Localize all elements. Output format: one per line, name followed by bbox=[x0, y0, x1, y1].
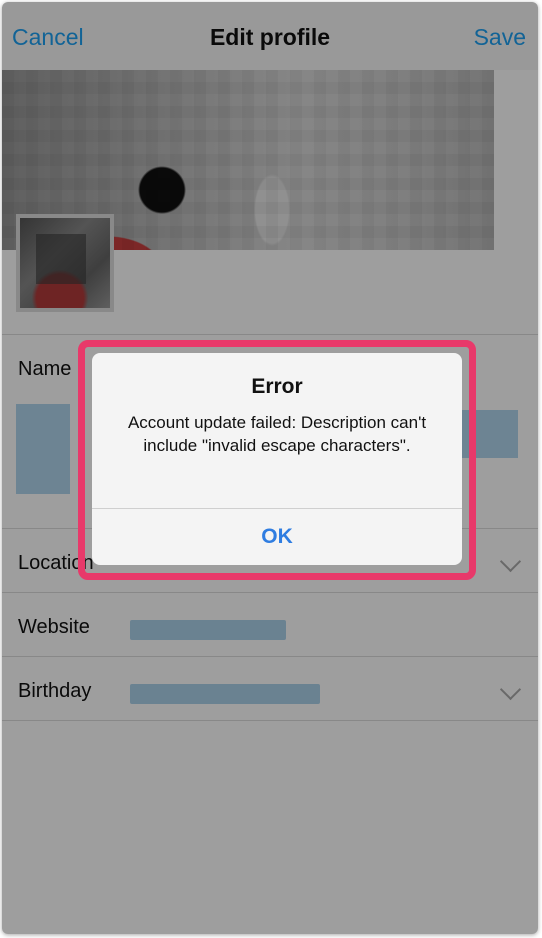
alert-highlight-frame bbox=[78, 340, 476, 580]
edit-profile-screen: Cancel Edit profile Save Name Location W… bbox=[2, 2, 538, 934]
